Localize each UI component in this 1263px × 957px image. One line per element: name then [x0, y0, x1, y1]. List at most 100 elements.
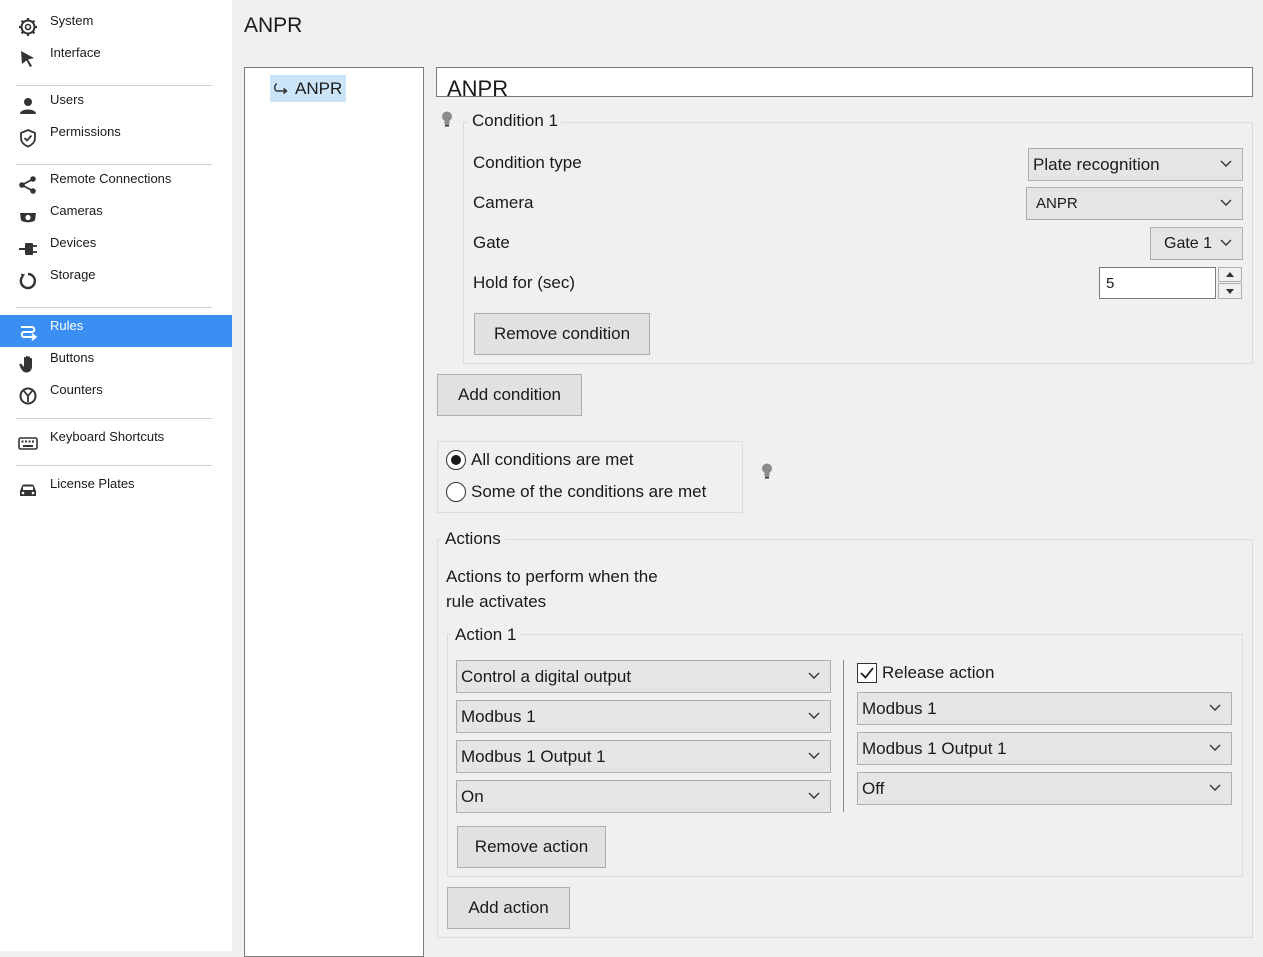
sidebar-item-remote-connections[interactable]: Remote Connections: [0, 168, 232, 200]
all-conditions-radio[interactable]: [446, 450, 466, 470]
remove-action-button[interactable]: Remove action: [457, 826, 606, 868]
chevron-down-icon: [1209, 704, 1221, 711]
checkmark-icon: [860, 667, 874, 679]
tree-item-anpr[interactable]: ANPR: [270, 75, 347, 102]
release-state-value: Off: [862, 779, 885, 798]
camera-select[interactable]: ANPR: [1026, 187, 1243, 220]
rules-tree: ANPR: [244, 67, 424, 957]
action-device-select[interactable]: Modbus 1: [456, 700, 831, 733]
rule-arrow-icon: [274, 82, 288, 94]
user-icon: [20, 98, 36, 114]
actions-description: rule activates: [446, 592, 547, 611]
condition-title: Condition 1: [468, 111, 563, 131]
chevron-down-icon: [1220, 239, 1232, 246]
lightbulb-icon[interactable]: [760, 462, 774, 480]
spin-down-button[interactable]: [1218, 283, 1242, 299]
chevron-down-icon: [1220, 160, 1232, 167]
action-output-select[interactable]: Modbus 1 Output 1: [456, 740, 831, 773]
keyboard-icon: [18, 437, 38, 450]
chevron-down-icon: [1209, 744, 1221, 751]
sidebar-item-rules[interactable]: Rules: [0, 315, 232, 347]
release-device-select[interactable]: Modbus 1: [857, 692, 1232, 725]
gate-select[interactable]: Gate 1: [1150, 227, 1243, 260]
counter-icon: [19, 387, 37, 405]
sidebar-item-license-plates[interactable]: License Plates: [0, 473, 232, 505]
sidebar-item-label: Permissions: [50, 124, 121, 139]
release-output-select[interactable]: Modbus 1 Output 1: [857, 732, 1232, 765]
rule-name-input[interactable]: ANPR: [436, 67, 1253, 97]
camera-value: ANPR: [1036, 195, 1078, 212]
gear-icon: [19, 18, 37, 36]
release-device-value: Modbus 1: [862, 699, 937, 718]
column-divider: [843, 660, 844, 812]
release-state-select[interactable]: Off: [857, 772, 1232, 805]
actions-title: Actions: [441, 529, 505, 549]
action-state-select[interactable]: On: [456, 780, 831, 813]
release-action-label: Release action: [882, 663, 995, 682]
some-conditions-radio[interactable]: [446, 482, 466, 502]
chevron-down-icon: [808, 752, 820, 759]
chevron-down-icon: [808, 672, 820, 679]
some-conditions-label: Some of the conditions are met: [471, 482, 707, 501]
plug-icon: [19, 243, 37, 255]
chevron-down-icon: [1226, 289, 1234, 294]
chevron-down-icon: [808, 712, 820, 719]
release-action-checkbox[interactable]: [857, 663, 877, 683]
chevron-up-icon: [1226, 272, 1234, 277]
release-output-value: Modbus 1 Output 1: [862, 739, 1007, 758]
lightbulb-icon[interactable]: [440, 110, 454, 128]
sidebar-item-counters[interactable]: Counters: [0, 379, 232, 411]
sidebar-item-keyboard-shortcuts[interactable]: Keyboard Shortcuts: [0, 426, 232, 458]
hold-label: Hold for (sec): [473, 273, 576, 292]
all-conditions-label: All conditions are met: [471, 450, 634, 469]
sidebar-item-users[interactable]: Users: [0, 89, 232, 121]
chevron-down-icon: [1209, 784, 1221, 791]
sidebar-divider: [16, 465, 212, 466]
hand-icon: [19, 355, 32, 373]
sidebar-item-label: Remote Connections: [50, 171, 172, 186]
sidebar-item-system[interactable]: System: [0, 10, 232, 42]
action-output-value: Modbus 1 Output 1: [461, 747, 606, 766]
hold-seconds-input[interactable]: 5: [1099, 267, 1216, 299]
storage-icon: [19, 272, 37, 290]
sidebar-item-interface[interactable]: Interface: [0, 42, 232, 74]
sidebar-item-buttons[interactable]: Buttons: [0, 347, 232, 379]
rules-icon: [20, 326, 38, 341]
sidebar-item-label: Cameras: [50, 203, 103, 218]
spin-up-button[interactable]: [1218, 267, 1242, 282]
page-title: ANPR: [244, 14, 303, 37]
add-action-button[interactable]: Add action: [447, 887, 570, 929]
sidebar-item-devices[interactable]: Devices: [0, 232, 232, 264]
condition-type-label: Condition type: [473, 153, 582, 172]
sidebar-item-label: Keyboard Shortcuts: [50, 429, 165, 444]
gate-value: Gate 1: [1164, 235, 1213, 252]
action-device-value: Modbus 1: [461, 707, 536, 726]
add-condition-button[interactable]: Add condition: [437, 374, 582, 416]
sidebar-item-label: Buttons: [50, 350, 95, 365]
action-type-select[interactable]: Control a digital output: [456, 660, 831, 693]
chevron-down-icon: [808, 792, 820, 799]
sidebar-item-storage[interactable]: Storage: [0, 264, 232, 296]
sidebar-item-label: Storage: [50, 267, 96, 282]
cursor-icon: [21, 51, 34, 67]
sidebar-divider: [16, 418, 212, 419]
share-icon: [19, 176, 36, 194]
sidebar-item-label: License Plates: [50, 476, 135, 491]
sidebar-divider: [16, 164, 212, 165]
action-state-value: On: [461, 787, 484, 806]
sidebar-divider: [16, 307, 212, 308]
action-1-title: Action 1: [451, 625, 521, 645]
chevron-down-icon: [1220, 199, 1232, 206]
camera-label: Camera: [473, 193, 534, 212]
sidebar-item-cameras[interactable]: Cameras: [0, 200, 232, 232]
sidebar-divider: [16, 85, 212, 86]
condition-type-select[interactable]: Plate recognition: [1028, 148, 1243, 181]
sidebar-item-label: Rules: [50, 318, 84, 333]
remove-condition-button[interactable]: Remove condition: [474, 313, 650, 355]
condition-type-value: Plate recognition: [1033, 155, 1160, 174]
sidebar-item-label: System: [50, 13, 94, 28]
sidebar-item-label: Interface: [50, 45, 101, 60]
sidebar-item-permissions[interactable]: Permissions: [0, 121, 232, 153]
car-icon: [20, 484, 36, 496]
tree-item-label: ANPR: [295, 79, 343, 98]
